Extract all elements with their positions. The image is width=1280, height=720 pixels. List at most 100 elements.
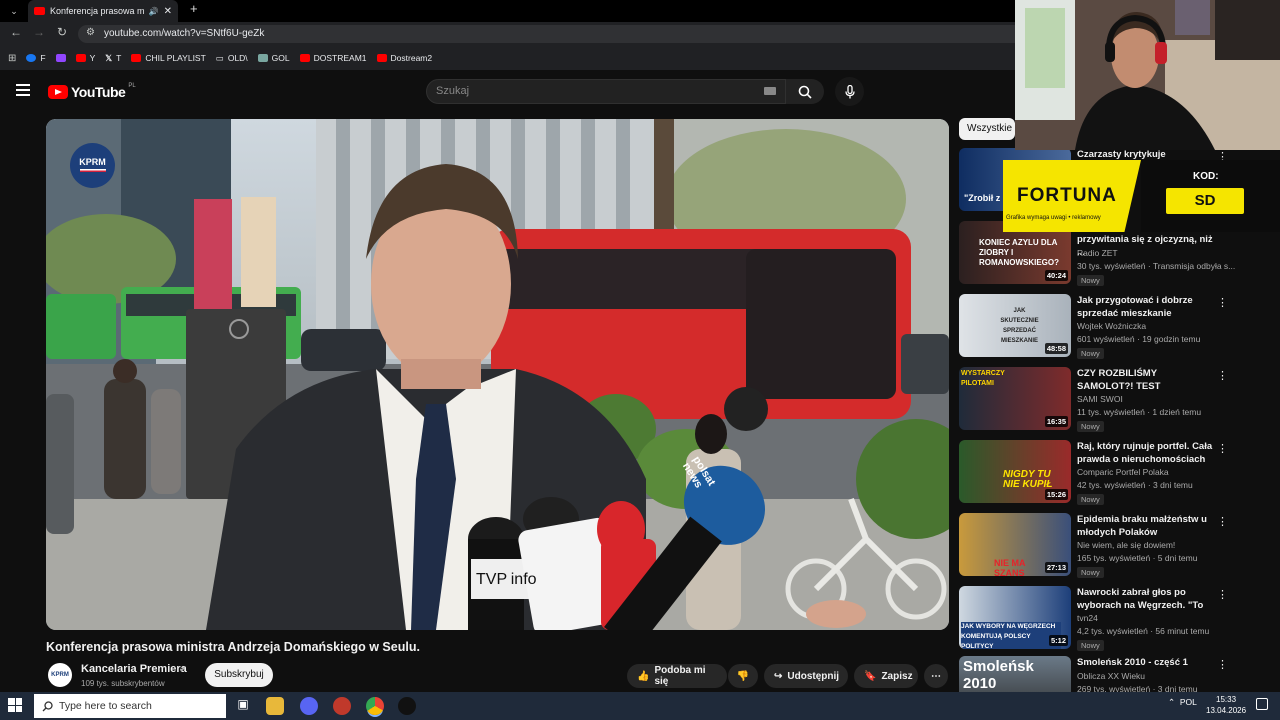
- taskbar-search-input[interactable]: Type here to search: [34, 694, 226, 718]
- video-thumbnail[interactable]: Smoleńsk 2010: [959, 656, 1071, 692]
- search-button[interactable]: [786, 79, 824, 104]
- hamburger-menu-icon[interactable]: [16, 84, 30, 96]
- apps-grid-icon[interactable]: ⊞: [8, 53, 16, 64]
- recommendation-channel[interactable]: Nie wiem, ale się dowiem!: [1077, 540, 1175, 550]
- video-thumbnail[interactable]: NIGDY TU NIE KUPIŁ 15:26: [959, 440, 1071, 503]
- search-icon: [42, 700, 53, 711]
- more-vert-icon[interactable]: ⋮: [1217, 442, 1228, 455]
- bookmark-item[interactable]: [55, 54, 66, 62]
- kprm-watermark: KPRM: [70, 143, 115, 188]
- recommendation-item[interactable]: Smoleńsk 2010 Smoleńsk 2010 - część 1 Ob…: [959, 656, 1277, 692]
- location-app-icon[interactable]: [398, 697, 416, 715]
- tab-close-icon[interactable]: ✕: [164, 6, 172, 17]
- subscriber-count: 109 tys. subskrybentów: [81, 679, 165, 688]
- url-text[interactable]: youtube.com/watch?v=SNtf6U-geZk: [104, 28, 264, 39]
- keyboard-icon[interactable]: [764, 87, 776, 95]
- recommendation-item[interactable]: NIGDY TU NIE KUPIŁ 15:26 Raj, który rujn…: [959, 440, 1277, 510]
- tab-search-icon[interactable]: ⌄: [6, 3, 22, 19]
- voice-search-button[interactable]: [835, 77, 864, 106]
- recommendation-title[interactable]: Smoleńsk 2010 - część 1: [1077, 656, 1215, 669]
- system-tray[interactable]: ⌃ POL: [1168, 697, 1197, 708]
- chevron-up-icon[interactable]: ⌃: [1168, 697, 1175, 707]
- recommendation-item[interactable]: JAK SKUTECZNIE SPRZEDAĆ MIESZKANIE 48:58…: [959, 294, 1277, 364]
- recommendation-item[interactable]: WYSTARCZY PILOTAMI 16:35 CZY ROZBILIŚMY …: [959, 367, 1277, 437]
- back-arrow-icon[interactable]: ←: [10, 25, 22, 39]
- thumbs-up-icon: 👍: [637, 670, 650, 682]
- file-explorer-icon[interactable]: [266, 697, 284, 715]
- mic-label-tvp: TVP info: [476, 571, 537, 588]
- more-vert-icon[interactable]: ⋮: [1217, 515, 1228, 528]
- video-frame: [46, 119, 949, 630]
- fortuna-disclaimer: Grafika wymaga uwagi • reklamowy: [1006, 215, 1101, 221]
- dislike-button[interactable]: 👎: [728, 664, 758, 688]
- bookmark-item[interactable]: GOL: [257, 53, 290, 63]
- video-thumbnail[interactable]: WYSTARCZY PILOTAMI 16:35: [959, 367, 1071, 430]
- notification-icon[interactable]: [1256, 698, 1268, 710]
- recommendation-item[interactable]: NIE MA SZANS 27:13 Epidemia braku małżeń…: [959, 513, 1277, 583]
- recommendation-channel[interactable]: tvn24: [1077, 613, 1098, 623]
- recommendation-channel[interactable]: Oblicza XX Wieku: [1077, 671, 1145, 681]
- more-vert-icon[interactable]: ⋮: [1217, 588, 1228, 601]
- new-tab-button[interactable]: +: [190, 1, 198, 16]
- video-thumbnail[interactable]: JAK SKUTECZNIE SPRZEDAĆ MIESZKANIE 48:58: [959, 294, 1071, 357]
- recommendation-channel[interactable]: SAMI SWOI: [1077, 394, 1123, 404]
- search-placeholder: Szukaj: [436, 85, 470, 97]
- taskbar-clock[interactable]: 15:33 13.04.2026: [1206, 694, 1246, 716]
- bookmark-folder[interactable]: ▭ OLD\: [216, 53, 248, 64]
- task-view-icon[interactable]: ▣: [234, 697, 252, 715]
- recommendation-meta: 165 tys. wyświetleń · 5 dni temu: [1077, 553, 1198, 563]
- bookmark-item[interactable]: F: [26, 53, 46, 63]
- obs-icon[interactable]: [333, 697, 351, 715]
- like-button[interactable]: 👍 Podoba mi się: [627, 664, 727, 688]
- recommendation-title[interactable]: Raj, który rujnuje portfel. Cała prawda …: [1077, 440, 1215, 466]
- more-vert-icon[interactable]: ⋮: [1217, 369, 1228, 382]
- share-button[interactable]: ↪ Udostępnij: [764, 664, 848, 688]
- subscribe-button[interactable]: Subskrybuj: [205, 663, 273, 687]
- forward-arrow-icon[interactable]: →: [33, 25, 45, 39]
- more-actions-button[interactable]: ⋯: [924, 664, 948, 688]
- channel-avatar[interactable]: KPRM: [48, 663, 72, 687]
- recommendation-channel[interactable]: Wojtek Woźniczka: [1077, 321, 1146, 331]
- filter-chip-all[interactable]: Wszystkie: [959, 118, 1015, 140]
- video-thumbnail[interactable]: NIE MA SZANS 27:13: [959, 513, 1071, 576]
- bookmark-item[interactable]: 𝕏T: [105, 53, 121, 64]
- recommendation-meta: 42 tys. wyświetleń · 3 dni temu: [1077, 480, 1193, 490]
- audio-icon[interactable]: 🔊: [149, 7, 159, 16]
- search-input[interactable]: [426, 79, 786, 104]
- new-badge: Nowy: [1077, 348, 1104, 359]
- youtube-logo[interactable]: YouTube PL: [48, 83, 136, 100]
- browser-tab[interactable]: Konferencja prasowa ministr 🔊 ✕: [28, 0, 178, 22]
- recommendation-channel[interactable]: Radio ZET: [1077, 248, 1118, 258]
- webcam-overlay: [1015, 0, 1280, 150]
- more-vert-icon[interactable]: ⋮: [1217, 658, 1228, 671]
- video-thumbnail[interactable]: JAK WYBORY NA WĘGRZECH KOMENTUJĄ POLSCY …: [959, 586, 1071, 649]
- recommendation-meta: 601 wyświetleń · 19 godzin temu: [1077, 334, 1201, 344]
- more-vert-icon[interactable]: ⋮: [1217, 296, 1228, 309]
- bookmark-item[interactable]: CHIL PLAYLIST: [131, 53, 206, 63]
- bookmark-item[interactable]: Dostream2: [376, 53, 432, 63]
- channel-name[interactable]: Kancelaria Premiera: [81, 663, 187, 675]
- video-player[interactable]: KPRM TVP info polsat news: [46, 119, 949, 630]
- recommendation-title[interactable]: Jak przygotować i dobrze sprzedać mieszk…: [1077, 294, 1215, 320]
- recommendation-meta: 30 tys. wyświetleń · Transmisja odbyła s…: [1077, 261, 1236, 271]
- recommendation-title[interactable]: Nawrocki zabrał głos po wyborach na Węgr…: [1077, 586, 1215, 612]
- recommendation-title[interactable]: CZY ROZBILIŚMY SAMOLOT?! TEST SYMULATORA…: [1077, 367, 1215, 393]
- site-info-icon[interactable]: ⚙: [86, 27, 95, 38]
- video-title: Konferencja prasowa ministra Andrzeja Do…: [46, 640, 420, 654]
- bookmark-item[interactable]: DOSTREAM1: [299, 53, 367, 63]
- recommendation-channel[interactable]: Comparic Portfel Polaka: [1077, 467, 1169, 477]
- save-button[interactable]: 🔖 Zapisz: [854, 664, 918, 688]
- windows-start-icon[interactable]: [8, 698, 22, 712]
- chrome-icon[interactable]: [366, 697, 384, 715]
- language-indicator[interactable]: POL: [1180, 697, 1197, 707]
- new-badge: Nowy: [1077, 421, 1104, 432]
- more-dots-icon: ⋯: [931, 670, 941, 682]
- verified-icon: ✔: [179, 664, 187, 674]
- bookmark-item[interactable]: Y: [75, 53, 95, 63]
- recommendation-title[interactable]: Epidemia braku małżeństw u młodych Polak…: [1077, 513, 1215, 539]
- youtube-play-icon: [48, 85, 68, 99]
- reload-icon[interactable]: ↻: [57, 25, 67, 39]
- microphone-icon: [844, 84, 855, 98]
- recommendation-item[interactable]: JAK WYBORY NA WĘGRZECH KOMENTUJĄ POLSCY …: [959, 586, 1277, 656]
- discord-icon[interactable]: [300, 697, 318, 715]
